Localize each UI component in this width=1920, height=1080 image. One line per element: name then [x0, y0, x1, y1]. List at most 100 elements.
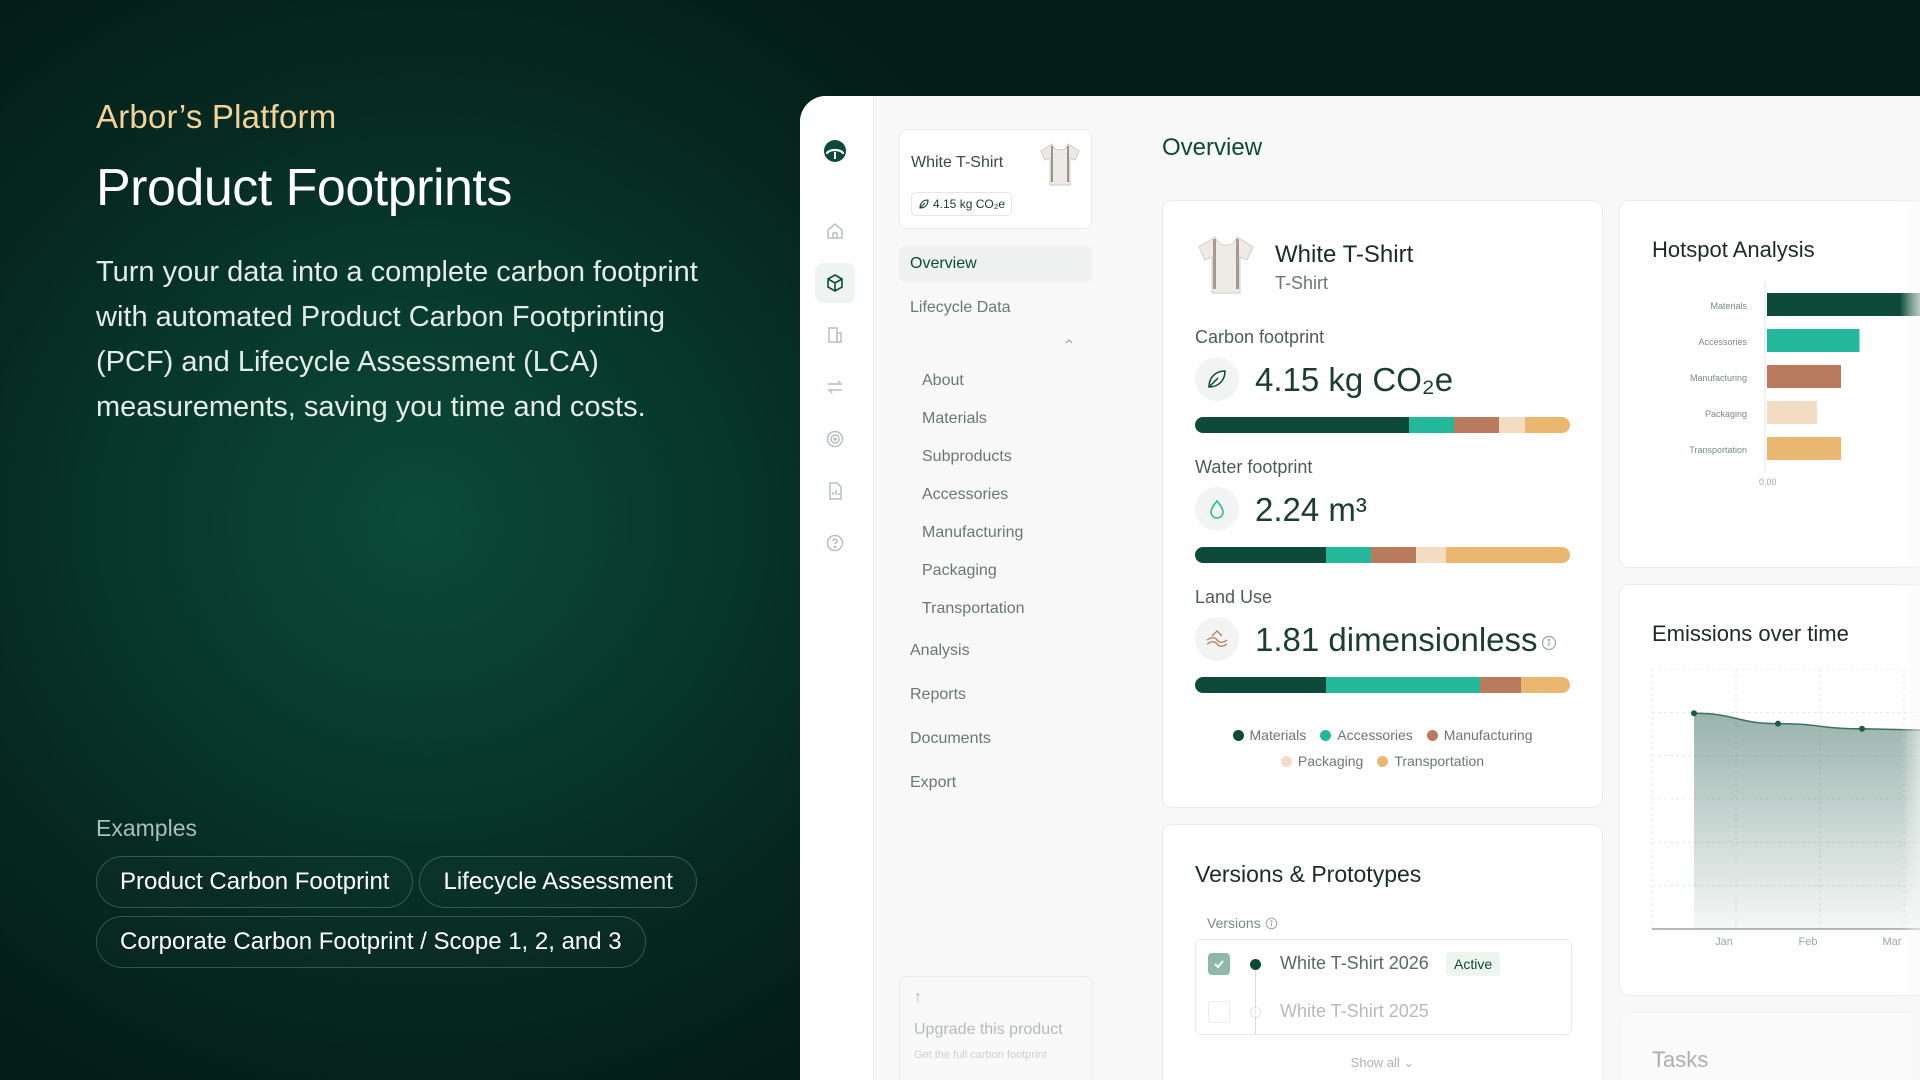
versions-label-text: Versions [1207, 915, 1261, 931]
versions-card: Versions & Prototypes Versions White T-S… [1162, 824, 1603, 1080]
subnav-lifecycle-data[interactable]: Lifecycle Data [899, 290, 1092, 326]
check-icon [1214, 960, 1224, 969]
bar-segment-packaging [1416, 547, 1447, 563]
legend-dot [1426, 729, 1438, 741]
legend-transportation: Transportation [1377, 753, 1484, 769]
main-content: Overview White T-Shirt T-Shirt Carbon fo… [1116, 96, 1920, 1080]
land-use-label: Land Use [1195, 587, 1273, 607]
product-summary-card[interactable]: White T-Shirt 4.15 kg CO₂e [899, 129, 1092, 229]
building-icon[interactable] [822, 322, 848, 348]
subnav-materials[interactable]: Materials [922, 410, 987, 428]
hotspot-title: Hotspot Analysis [1652, 237, 1815, 262]
leaf-icon [919, 199, 929, 209]
bar-segment-packaging [1498, 417, 1525, 433]
bar-segment-accessories [1408, 417, 1454, 433]
subnav-accessories[interactable]: Accessories [922, 486, 1008, 504]
subnav-analysis[interactable]: Analysis [899, 633, 1092, 669]
icon-rail [800, 96, 874, 1080]
arbor-logo-icon[interactable] [822, 138, 848, 164]
hotspot-category-label: Packaging [1705, 409, 1747, 419]
subnav-transportation[interactable]: Transportation [922, 600, 1025, 618]
version-checkbox[interactable] [1208, 1001, 1230, 1023]
hotspot-bar [1767, 329, 1860, 352]
emissions-point [1859, 725, 1865, 732]
bar-segment-manufacturing [1480, 677, 1522, 693]
hero-description: Turn your data into a complete carbon fo… [96, 256, 698, 423]
legend-accessories: Accessories [1320, 727, 1413, 743]
emissions-point [1691, 710, 1697, 717]
bar-segment-materials [1195, 547, 1327, 563]
bar-segment-materials [1195, 677, 1327, 693]
show-all-link[interactable]: Show all ⌄ [1163, 1055, 1602, 1071]
carbon-footprint-label: Carbon footprint [1195, 327, 1325, 347]
bar-segment-accessories [1326, 677, 1480, 693]
report-icon[interactable] [822, 478, 848, 504]
hotspot-category-label: Manufacturing [1690, 373, 1747, 383]
subnav-manufacturing[interactable]: Manufacturing [922, 524, 1023, 542]
subnav-about[interactable]: About [922, 372, 964, 390]
subnav-subproducts[interactable]: Subproducts [922, 448, 1012, 466]
bar-segment-accessories [1326, 547, 1372, 563]
legend-label: Materials [1249, 727, 1307, 743]
legend-dot [1232, 729, 1244, 741]
box-icon[interactable] [815, 263, 855, 303]
bar-segment-transportation [1446, 547, 1570, 563]
legend-manufacturing: Manufacturing [1426, 727, 1533, 743]
land-use-breakdown-bar [1195, 677, 1570, 693]
breakdown-legend-row-2: Packaging Transportation [1163, 753, 1602, 769]
upgrade-card[interactable]: ↑ Upgrade this product Get the full carb… [899, 976, 1092, 1080]
app-window: White T-Shirt 4.15 kg CO₂e Overview Life… [800, 96, 1920, 1080]
bar-segment-manufacturing [1453, 417, 1499, 433]
legend-materials: Materials [1232, 727, 1307, 743]
upgrade-arrow-icon: ↑ [914, 989, 922, 1006]
land-use-icon [1195, 617, 1239, 661]
water-footprint-label: Water footprint [1195, 457, 1313, 477]
emissions-x-tick: Mar [1883, 936, 1902, 948]
bar-segment-materials [1195, 417, 1409, 433]
info-icon[interactable] [1265, 917, 1278, 930]
legend-label: Packaging [1297, 753, 1364, 769]
info-icon[interactable] [1541, 635, 1557, 651]
bar-segment-transportation [1525, 417, 1570, 433]
carbon-breakdown-bar [1195, 417, 1570, 433]
hotspot-category-label: Materials [1710, 301, 1747, 311]
emissions-point [1775, 720, 1781, 727]
carbon-tag: 4.15 kg CO₂e [911, 192, 1013, 216]
legend-dot [1280, 755, 1292, 767]
breakdown-legend-row-1: Materials Accessories Manufacturing [1163, 727, 1602, 743]
examples-label: Examples [96, 815, 197, 841]
subnav-reports[interactable]: Reports [899, 677, 1092, 713]
version-row[interactable]: White T-Shirt 2025 [1196, 988, 1571, 1034]
version-row[interactable]: White T-Shirt 2026 Active [1196, 940, 1571, 988]
example-chip-lca[interactable]: Lifecycle Assessment [419, 856, 697, 908]
examples-chips: Product Carbon Footprint Lifecycle Asses… [96, 856, 736, 968]
legend-label: Manufacturing [1443, 727, 1533, 743]
right-edge-fade [1900, 96, 1920, 1080]
land-use-value: 1.81 dimensionless [1255, 621, 1538, 658]
hotspot-x-tick: 0.00 [1759, 477, 1777, 487]
legend-dot [1320, 729, 1332, 741]
chevron-up-icon[interactable] [1064, 336, 1074, 346]
emissions-area [1694, 713, 1920, 929]
hotspot-category-label: Transportation [1689, 445, 1747, 455]
version-checkbox[interactable] [1208, 953, 1230, 975]
help-icon[interactable] [822, 530, 848, 556]
versions-list: White T-Shirt 2026 Active White T-Shirt … [1195, 939, 1572, 1035]
legend-dot [1377, 755, 1389, 767]
example-chip-ccf[interactable]: Corporate Carbon Footprint / Scope 1, 2,… [96, 916, 646, 968]
transfer-icon[interactable] [822, 374, 848, 400]
example-chip-pcf[interactable]: Product Carbon Footprint [96, 856, 414, 908]
upgrade-subtitle: Get the full carbon footprint [914, 1049, 1047, 1061]
target-icon[interactable] [822, 426, 848, 452]
emissions-x-tick: Feb [1799, 936, 1818, 948]
version-name: White T-Shirt 2026 [1280, 953, 1429, 973]
version-dot [1250, 1007, 1261, 1018]
subnav-packaging[interactable]: Packaging [922, 562, 997, 580]
product-subnav: White T-Shirt 4.15 kg CO₂e Overview Life… [874, 96, 1116, 1080]
home-icon[interactable] [822, 218, 848, 244]
subnav-documents[interactable]: Documents [899, 721, 1092, 757]
subnav-export[interactable]: Export [899, 765, 1092, 801]
product-card-name: White T-Shirt [911, 154, 1004, 171]
subnav-overview[interactable]: Overview [899, 246, 1092, 282]
versions-label: Versions [1207, 915, 1278, 931]
